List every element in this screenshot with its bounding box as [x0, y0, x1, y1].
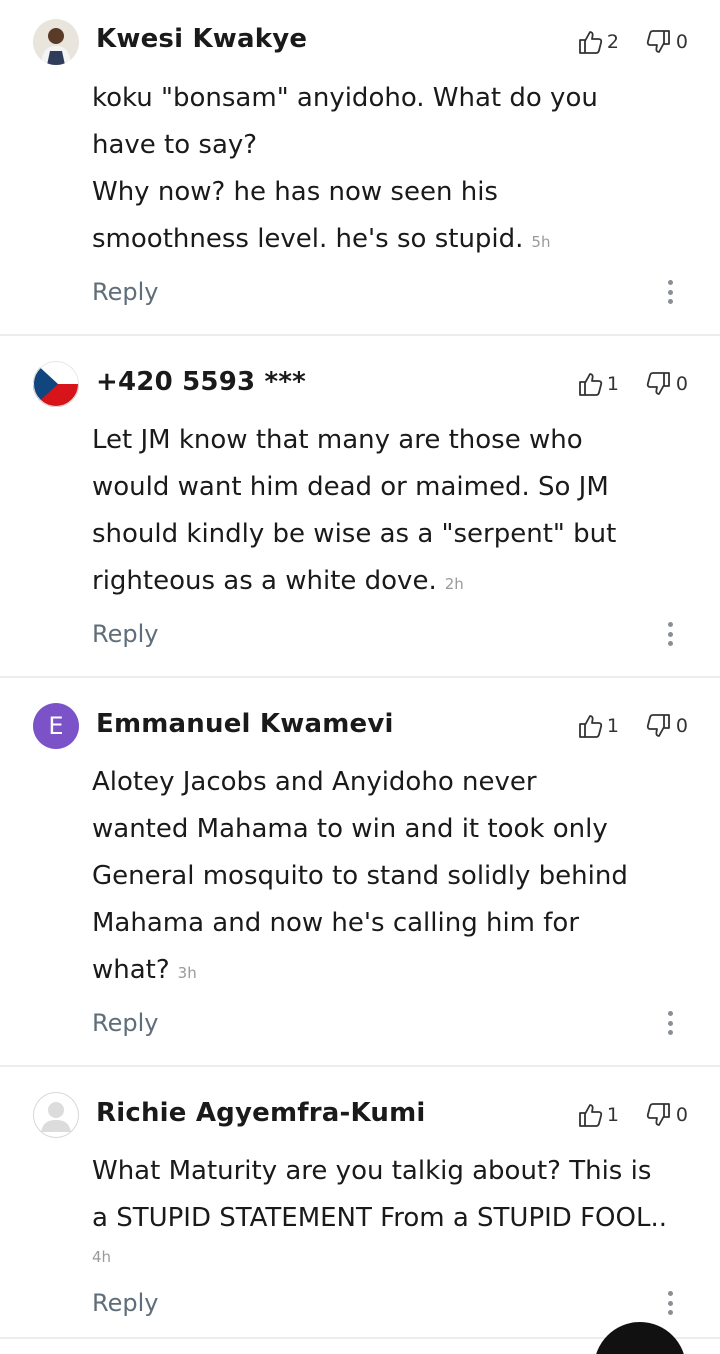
thumbs-up-icon [578, 715, 602, 738]
thumbs-down-icon [646, 30, 670, 53]
like-count: 1 [606, 1104, 619, 1126]
timestamp: 5h [531, 233, 551, 251]
vote-bar: 2 0 [550, 28, 688, 56]
like-button[interactable]: 2 [576, 28, 619, 56]
timestamp: 3h [177, 964, 197, 982]
comment-line: Why now? he has now seen his [92, 169, 692, 216]
czech-flag-icon [33, 361, 79, 407]
comment-line: what? 3h [92, 947, 692, 997]
author-name[interactable]: Emmanuel Kwamevi [96, 709, 394, 739]
comment-item: E Emmanuel Kwamevi 1 0 Alotey Jacobs and… [0, 678, 720, 1067]
thumbs-down-icon [646, 1103, 670, 1126]
author-name[interactable]: Richie Agyemfra-Kumi [96, 1098, 426, 1128]
dislike-count: 0 [675, 715, 688, 737]
comment-line-text: what? [92, 955, 170, 985]
thumbs-down-icon [646, 714, 670, 737]
dislike-button[interactable]: 0 [645, 370, 688, 398]
dislike-button[interactable]: 0 [645, 712, 688, 740]
reply-button[interactable]: Reply [92, 1289, 158, 1317]
vote-bar: 1 0 [550, 370, 688, 398]
like-count: 1 [606, 373, 619, 395]
timestamp: 4h [92, 1248, 112, 1266]
comment-line: should kindly be wise as a "serpent" but [92, 519, 617, 549]
like-count: 1 [606, 715, 619, 737]
more-options-icon[interactable] [660, 1008, 680, 1038]
comment-line: a STUPID STATEMENT From a STUPID FOOL.. [92, 1203, 667, 1233]
dislike-button[interactable]: 0 [645, 1101, 688, 1129]
reply-button[interactable]: Reply [92, 620, 158, 648]
author-name[interactable]: +420 5593 *** [96, 367, 306, 397]
comment-item: Richie Agyemfra-Kumi 1 0 What Maturity a… [0, 1067, 720, 1339]
comment-line: Let JM know that many are those who [92, 425, 583, 455]
thumbs-down-icon [646, 372, 670, 395]
reply-button[interactable]: Reply [92, 278, 158, 306]
dislike-count: 0 [675, 1104, 688, 1126]
comment-text: Let JM know that many are those who woul… [92, 417, 692, 608]
avatar[interactable] [33, 19, 79, 65]
like-button[interactable]: 1 [576, 370, 619, 398]
comment-line: Alotey Jacobs and Anyidoho never [92, 767, 537, 797]
avatar[interactable] [33, 1092, 79, 1138]
default-user-icon [33, 1092, 79, 1138]
comment-line-text: Why now? he has now seen his [92, 177, 498, 207]
reply-button[interactable]: Reply [92, 1009, 158, 1037]
avatar[interactable]: E [33, 703, 79, 749]
comment-item: Kwesi Kwakye 2 0 koku "bonsam" anyidoho.… [0, 0, 720, 336]
dislike-count: 0 [675, 373, 688, 395]
comment-line: have to say? [92, 130, 258, 160]
comment-line: Mahama and now he's calling him for [92, 908, 580, 938]
dislike-count: 0 [675, 31, 688, 53]
vote-bar: 1 0 [550, 712, 688, 740]
comment-line-text: smoothness level. he's so stupid. [92, 224, 524, 254]
comment-line-text: righteous as a white dove. [92, 566, 437, 596]
comment-line: General mosquito to stand solidly behind [92, 861, 628, 891]
comment-line: smoothness level. he's so stupid. 5h [92, 216, 692, 266]
comment-line: wanted Mahama to win and it took only [92, 814, 608, 844]
thumbs-up-icon [578, 31, 602, 54]
like-button[interactable]: 1 [576, 1101, 619, 1129]
like-count: 2 [606, 31, 619, 53]
thumbs-up-icon [578, 1104, 602, 1127]
like-button[interactable]: 1 [576, 712, 619, 740]
comment-line: What Maturity are you talkig about? This… [92, 1156, 652, 1186]
user-photo-icon [33, 19, 79, 65]
comment-text: What Maturity are you talkig about? This… [92, 1148, 692, 1272]
comment-line: righteous as a white dove. 2h [92, 558, 692, 608]
avatar[interactable] [33, 361, 79, 407]
comment-item: +420 5593 *** 1 0 Let JM know that many … [0, 336, 720, 678]
more-options-icon[interactable] [660, 277, 680, 307]
comment-text: Alotey Jacobs and Anyidoho never wanted … [92, 759, 692, 997]
more-options-icon[interactable] [660, 619, 680, 649]
thumbs-up-icon [578, 373, 602, 396]
timestamp: 2h [444, 575, 464, 593]
vote-bar: 1 0 [550, 1101, 688, 1129]
more-options-icon[interactable] [660, 1288, 680, 1318]
dislike-button[interactable]: 0 [645, 28, 688, 56]
author-name[interactable]: Kwesi Kwakye [96, 24, 307, 54]
comment-line: koku "bonsam" anyidoho. What do you [92, 83, 598, 113]
comment-text: koku "bonsam" anyidoho. What do you have… [92, 75, 692, 266]
comment-line: would want him dead or maimed. So JM [92, 472, 609, 502]
